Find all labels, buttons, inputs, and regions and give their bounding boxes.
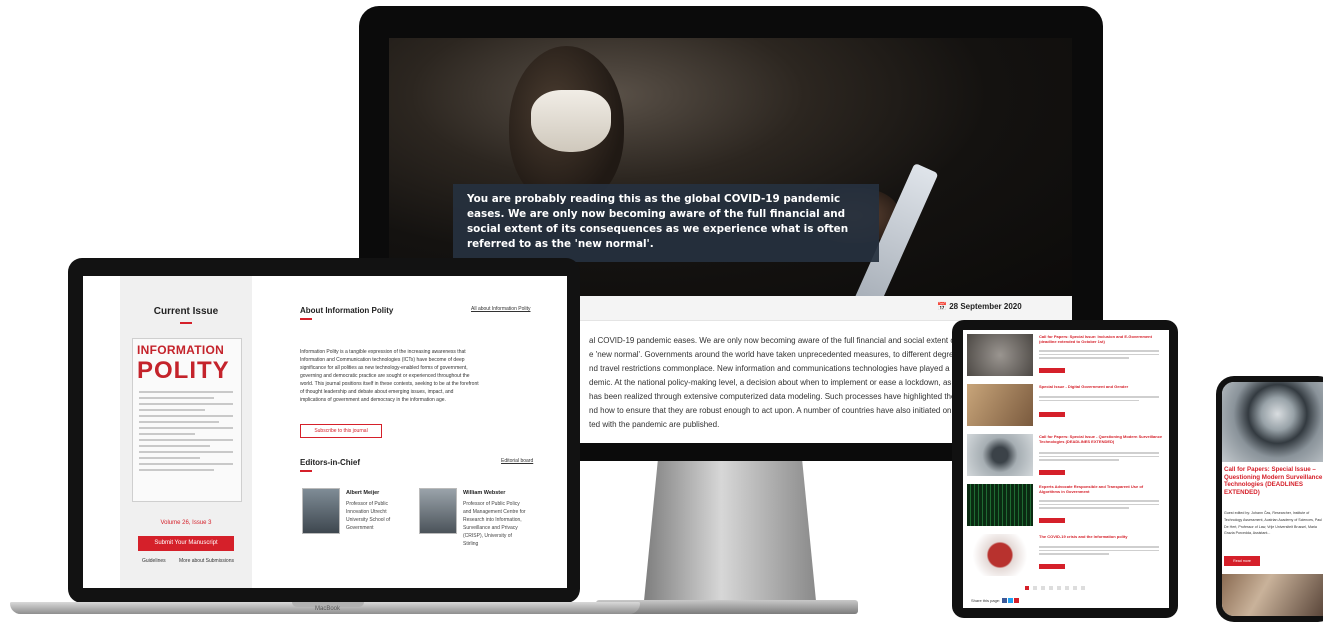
face-mask [531, 90, 611, 152]
item-excerpt [1039, 396, 1159, 403]
phone-photo [1222, 574, 1323, 616]
guidelines-link[interactable]: Guidelines [142, 558, 166, 564]
twitter-icon[interactable] [1008, 598, 1014, 604]
item-excerpt [1039, 546, 1159, 557]
editors-underline [300, 470, 312, 472]
page-button[interactable] [1057, 586, 1061, 590]
phone-article-excerpt: Guest edited by: Johann Čas, Researcher,… [1224, 511, 1323, 536]
read-more-button[interactable] [1039, 412, 1065, 417]
page-button[interactable] [1073, 586, 1077, 590]
item-title[interactable]: Experts Advocate Responsible and Transpa… [1039, 484, 1163, 494]
editor-name: Albert Meijer [346, 490, 380, 496]
item-thumbnail [967, 384, 1033, 426]
read-more-button[interactable] [1039, 518, 1065, 523]
calendar-icon: 📅 [937, 302, 947, 311]
page-button[interactable] [1025, 586, 1029, 590]
cover-title-top: INFORMATION [137, 343, 225, 357]
page-button[interactable] [1033, 586, 1037, 590]
page-button[interactable] [1041, 586, 1045, 590]
share-label: Share this page: [971, 598, 1001, 603]
hero-caption: You are probably reading this as the glo… [453, 184, 879, 262]
item-title[interactable]: Call for Papers: Special Issue: Inclusio… [1039, 334, 1163, 344]
read-more-button[interactable] [1039, 368, 1065, 373]
pagination [1025, 586, 1085, 590]
laptop-screen: Current Issue INFORMATION POLITY Volume … [83, 276, 567, 588]
more-submissions-link[interactable]: More about Submissions [179, 558, 234, 564]
list-item[interactable]: The COVID-19 crisis and the Information … [967, 534, 1165, 578]
submit-manuscript-button[interactable]: Submit Your Manuscript [138, 536, 234, 551]
phone-screen: Call for Papers: Special Issue – Questio… [1222, 382, 1323, 616]
about-text: Information Polity is a tangible express… [300, 349, 479, 403]
item-title[interactable]: The COVID-19 crisis and the Information … [1039, 534, 1163, 539]
page-button[interactable] [1081, 586, 1085, 590]
tablet-screen: Call for Papers: Special Issue: Inclusio… [963, 330, 1169, 608]
editor-role: Professor of Public Innovation Utrecht U… [346, 501, 391, 531]
facebook-icon[interactable] [1002, 598, 1008, 604]
editor-role: Professor of Public Policy and Managemen… [463, 501, 526, 547]
item-thumbnail [967, 534, 1033, 576]
current-issue-title: Current Issue [153, 306, 219, 317]
laptop-brand: MacBook [314, 606, 340, 612]
list-item[interactable]: Special Issue - Digital Government and G… [967, 384, 1165, 428]
item-excerpt [1039, 500, 1159, 511]
current-issue-panel: Current Issue INFORMATION POLITY Volume … [120, 276, 252, 588]
item-title[interactable]: Call for Papers: Special Issue - Questio… [1039, 434, 1163, 444]
monitor-stand [644, 461, 816, 601]
item-title[interactable]: Special Issue - Digital Government and G… [1039, 384, 1163, 389]
list-item[interactable]: Experts Advocate Responsible and Transpa… [967, 484, 1165, 528]
about-link[interactable]: All about Information Polity [471, 306, 530, 312]
page-button[interactable] [1049, 586, 1053, 590]
item-thumbnail [967, 484, 1033, 526]
title-underline [180, 322, 192, 324]
submission-links: Guidelines More about Submissions [142, 558, 234, 564]
email-icon[interactable] [1014, 598, 1020, 604]
item-thumbnail [967, 434, 1033, 476]
read-more-button[interactable] [1039, 470, 1065, 475]
read-more-button[interactable] [1039, 564, 1065, 569]
editor-photo [419, 488, 457, 534]
cover-title-big: POLITY [137, 357, 230, 384]
subscribe-button[interactable]: Subscribe to this journal [300, 424, 382, 438]
phone-article-title[interactable]: Call for Papers: Special Issue – Questio… [1224, 466, 1323, 496]
editor-photo [302, 488, 340, 534]
editor-name: William Webster [463, 490, 506, 496]
volume-link[interactable]: Volume 26, Issue 3 [120, 520, 252, 526]
list-item[interactable]: Call for Papers: Special Issue - Questio… [967, 434, 1165, 478]
share-bar: Share this page: [971, 598, 1020, 604]
item-thumbnail [967, 334, 1033, 376]
camera-image [1222, 382, 1323, 462]
cover-contents [139, 391, 233, 475]
journal-cover[interactable]: INFORMATION POLITY [132, 338, 242, 502]
about-underline [300, 318, 312, 320]
editorial-board-link[interactable]: Editorial board [501, 458, 533, 464]
read-more-button[interactable]: Read more [1224, 556, 1260, 566]
list-item[interactable]: Call for Papers: Special Issue: Inclusio… [967, 334, 1165, 378]
editors-title: Editors-in-Chief [300, 458, 360, 467]
about-title: About Information Polity [300, 306, 394, 315]
item-excerpt [1039, 452, 1159, 463]
article-date: 📅 28 September 2020 [937, 302, 1022, 311]
item-excerpt [1039, 350, 1159, 361]
page-button[interactable] [1065, 586, 1069, 590]
